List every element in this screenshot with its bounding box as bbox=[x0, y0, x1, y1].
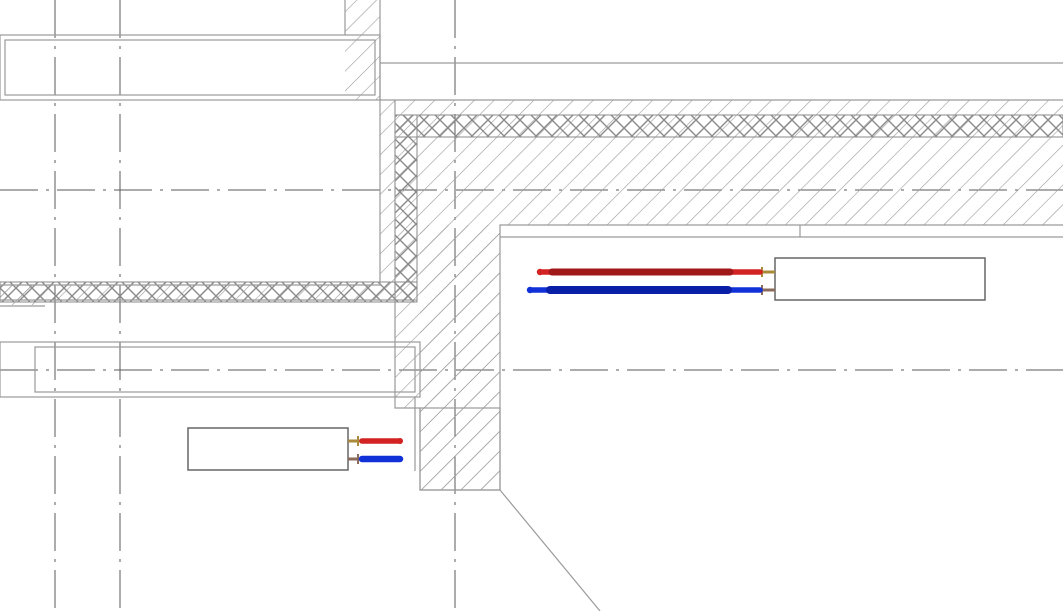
fixture-upper bbox=[775, 258, 985, 300]
plan-drawing bbox=[0, 0, 1063, 611]
grid-lines bbox=[0, 0, 1063, 611]
fixture-lower bbox=[188, 428, 348, 470]
wall-hatches bbox=[0, 0, 1063, 490]
wall-outlines bbox=[0, 0, 1063, 611]
